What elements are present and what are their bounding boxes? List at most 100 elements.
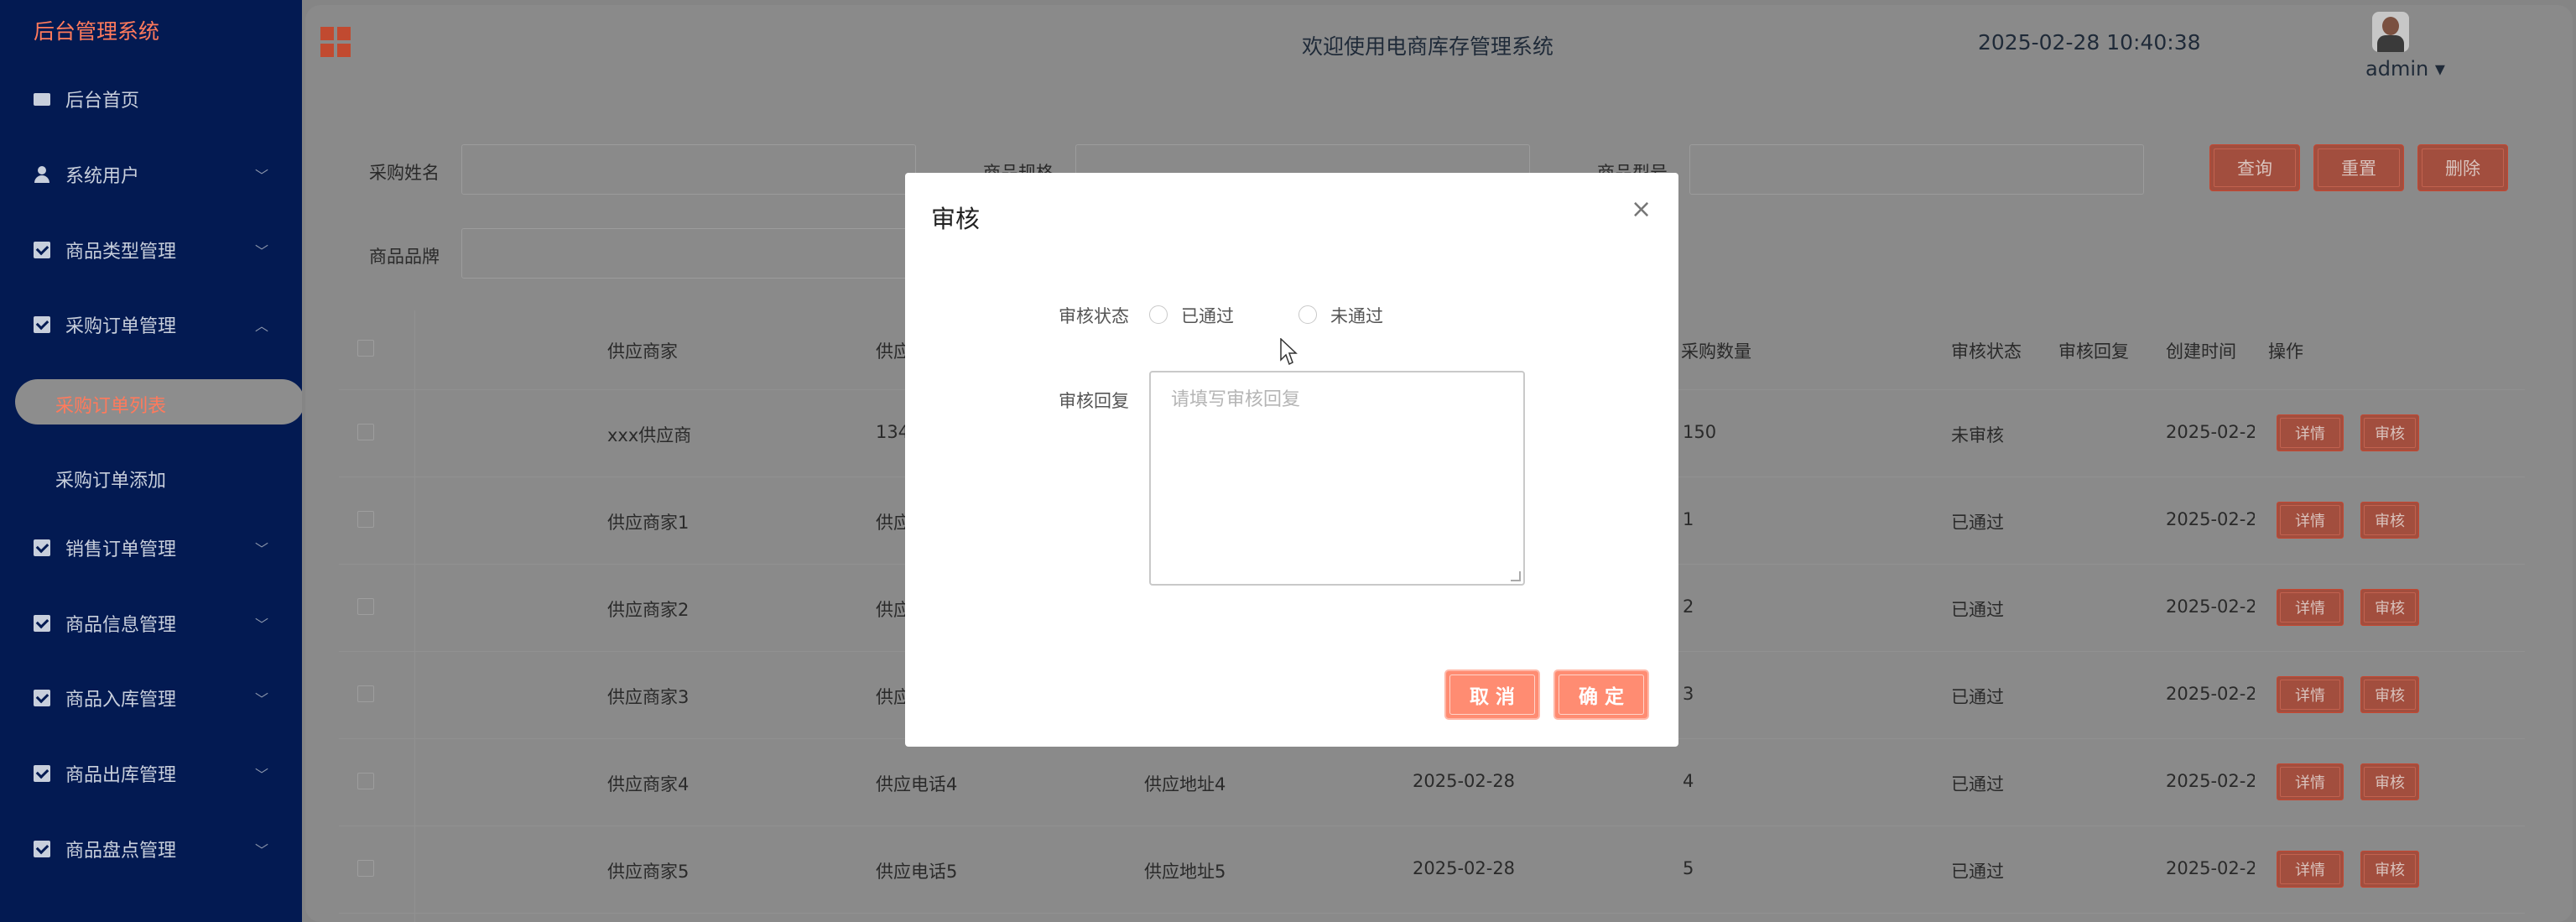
detail-button[interactable]: 详情	[2277, 414, 2344, 451]
cell-vendor: xxx供应商	[607, 425, 692, 445]
chevron-down-icon: ﹀	[254, 243, 268, 259]
radio-failed[interactable]	[1298, 305, 1317, 324]
audit-reply-label: 审核回复	[1059, 391, 1129, 411]
monitor-icon	[34, 92, 50, 106]
checkbox-icon	[34, 841, 50, 857]
cell-quantity: 5	[1683, 858, 1694, 878]
sidebar-item-label: 商品出库管理	[65, 765, 177, 786]
cell-created: 2025-02-2	[2166, 858, 2255, 878]
header-title: 欢迎使用电商库存管理系统	[1302, 34, 1554, 59]
sidebar-item-sales-orders[interactable]: 销售订单管理 ﹀	[34, 523, 285, 573]
resize-handle-icon[interactable]	[1511, 571, 1521, 581]
menu-grid-icon[interactable]	[320, 27, 351, 57]
sidebar-subitem-purchase-list[interactable]: 采购订单列表	[15, 379, 304, 425]
dialog-title: 审核	[931, 205, 981, 233]
cell-status: 未审核	[1951, 425, 2004, 445]
cell-vendor: 供应商家4	[607, 774, 690, 794]
confirm-button[interactable]: 确 定	[1553, 669, 1649, 720]
cell-status: 已通过	[1951, 687, 2004, 707]
chevron-down-icon: ﹀	[254, 691, 268, 707]
close-icon[interactable]: ×	[1631, 195, 1652, 224]
sidebar-item-home[interactable]: 后台首页	[34, 74, 285, 124]
radio-passed[interactable]	[1149, 305, 1168, 324]
sidebar-item-stock-out[interactable]: 商品出库管理 ﹀	[34, 748, 285, 799]
brand-title: 后台管理系统	[34, 19, 160, 44]
chevron-down-icon: ﹀	[254, 541, 268, 557]
column-header: 供应商家	[607, 341, 678, 362]
cell-status: 已通过	[1951, 774, 2004, 794]
radio-passed-label[interactable]: 已通过	[1181, 303, 1234, 328]
cell-status: 已通过	[1951, 862, 2004, 882]
model-input[interactable]	[1689, 144, 2144, 195]
checkbox-icon	[34, 539, 50, 556]
filter-label-brand: 商品品牌	[369, 247, 440, 267]
row-checkbox[interactable]	[357, 598, 374, 615]
sidebar-item-inventory-check[interactable]: 商品盘点管理 ﹀	[34, 824, 285, 874]
row-checkbox[interactable]	[357, 511, 374, 528]
cell-created: 2025-02-2	[2166, 509, 2255, 529]
chevron-down-icon: ﹀	[254, 168, 268, 184]
chevron-down-icon: ﹀	[254, 842, 268, 858]
column-header: 操作	[2268, 341, 2303, 362]
select-all-checkbox[interactable]	[357, 340, 374, 357]
sidebar-item-system-users[interactable]: 系统用户 ﹀	[34, 149, 285, 200]
cell-quantity: 4	[1683, 771, 1694, 791]
checkbox-icon	[34, 615, 50, 632]
audit-button[interactable]: 审核	[2360, 589, 2419, 626]
cell-date: 2025-02-28	[1413, 858, 1516, 878]
sidebar-item-product-types[interactable]: 商品类型管理 ﹀	[34, 225, 285, 275]
user-icon	[34, 166, 50, 183]
cell-phone: 供应电话4	[876, 774, 958, 794]
audit-button[interactable]: 审核	[2360, 414, 2419, 451]
sidebar-item-product-info[interactable]: 商品信息管理 ﹀	[34, 598, 285, 649]
sidebar-item-label: 后台首页	[65, 91, 140, 112]
radio-failed-label[interactable]: 未通过	[1330, 303, 1383, 328]
checkbox-icon	[34, 690, 50, 706]
sidebar-item-purchase-orders[interactable]: 采购订单管理 ︿	[34, 300, 285, 350]
delete-button[interactable]: 删除	[2417, 144, 2508, 191]
chevron-up-icon: ︿	[254, 318, 268, 334]
audit-button[interactable]: 审核	[2360, 851, 2419, 888]
cell-quantity: 150	[1683, 422, 1717, 442]
cell-vendor: 供应商家1	[607, 513, 690, 533]
row-checkbox[interactable]	[357, 685, 374, 702]
sidebar-item-label: 系统用户	[65, 166, 140, 187]
audit-button[interactable]: 审核	[2360, 763, 2419, 800]
user-menu[interactable]: admin ▾	[2365, 57, 2445, 81]
column-header: 审核状态	[1951, 341, 2022, 362]
cancel-button[interactable]: 取 消	[1444, 669, 1540, 720]
detail-button[interactable]: 详情	[2277, 589, 2344, 626]
row-checkbox[interactable]	[357, 860, 374, 877]
checkbox-icon	[34, 765, 50, 782]
cell-date: 2025-02-28	[1413, 771, 1516, 791]
detail-button[interactable]: 详情	[2277, 676, 2344, 713]
sidebar-item-label: 商品盘点管理	[65, 841, 177, 862]
cell-vendor: 供应商家5	[607, 862, 690, 882]
detail-button[interactable]: 详情	[2277, 502, 2344, 539]
cell-phone: 供应电话5	[876, 862, 958, 882]
detail-button[interactable]: 详情	[2277, 763, 2344, 800]
cell-quantity: 1	[1683, 509, 1694, 529]
brand-input[interactable]	[461, 228, 916, 279]
column-header: 创建时间	[2166, 341, 2236, 362]
cell-created: 2025-02-2	[2166, 596, 2255, 617]
mouse-cursor-icon	[1280, 338, 1298, 366]
detail-button[interactable]: 详情	[2277, 851, 2344, 888]
sidebar-item-label: 采购订单管理	[65, 316, 177, 337]
reset-button[interactable]: 重置	[2313, 144, 2404, 191]
audit-reply-textarea[interactable]: 请填写审核回复	[1149, 371, 1525, 586]
audit-button[interactable]: 审核	[2360, 676, 2419, 713]
avatar[interactable]	[2372, 12, 2409, 52]
query-button[interactable]: 查询	[2209, 144, 2300, 191]
sidebar-subitem-purchase-add[interactable]: 采购订单添加	[55, 466, 166, 492]
row-checkbox[interactable]	[357, 773, 374, 789]
audit-button[interactable]: 审核	[2360, 502, 2419, 539]
sidebar-item-stock-in[interactable]: 商品入库管理 ﹀	[34, 673, 285, 723]
cell-quantity: 3	[1683, 684, 1694, 704]
filter-label-buyer: 采购姓名	[369, 163, 440, 183]
buyer-name-input[interactable]	[461, 144, 916, 195]
cell-created: 2025-02-2	[2166, 684, 2255, 704]
sidebar-item-label: 商品入库管理	[65, 690, 177, 711]
row-checkbox[interactable]	[357, 424, 374, 440]
cell-quantity: 2	[1683, 596, 1694, 617]
